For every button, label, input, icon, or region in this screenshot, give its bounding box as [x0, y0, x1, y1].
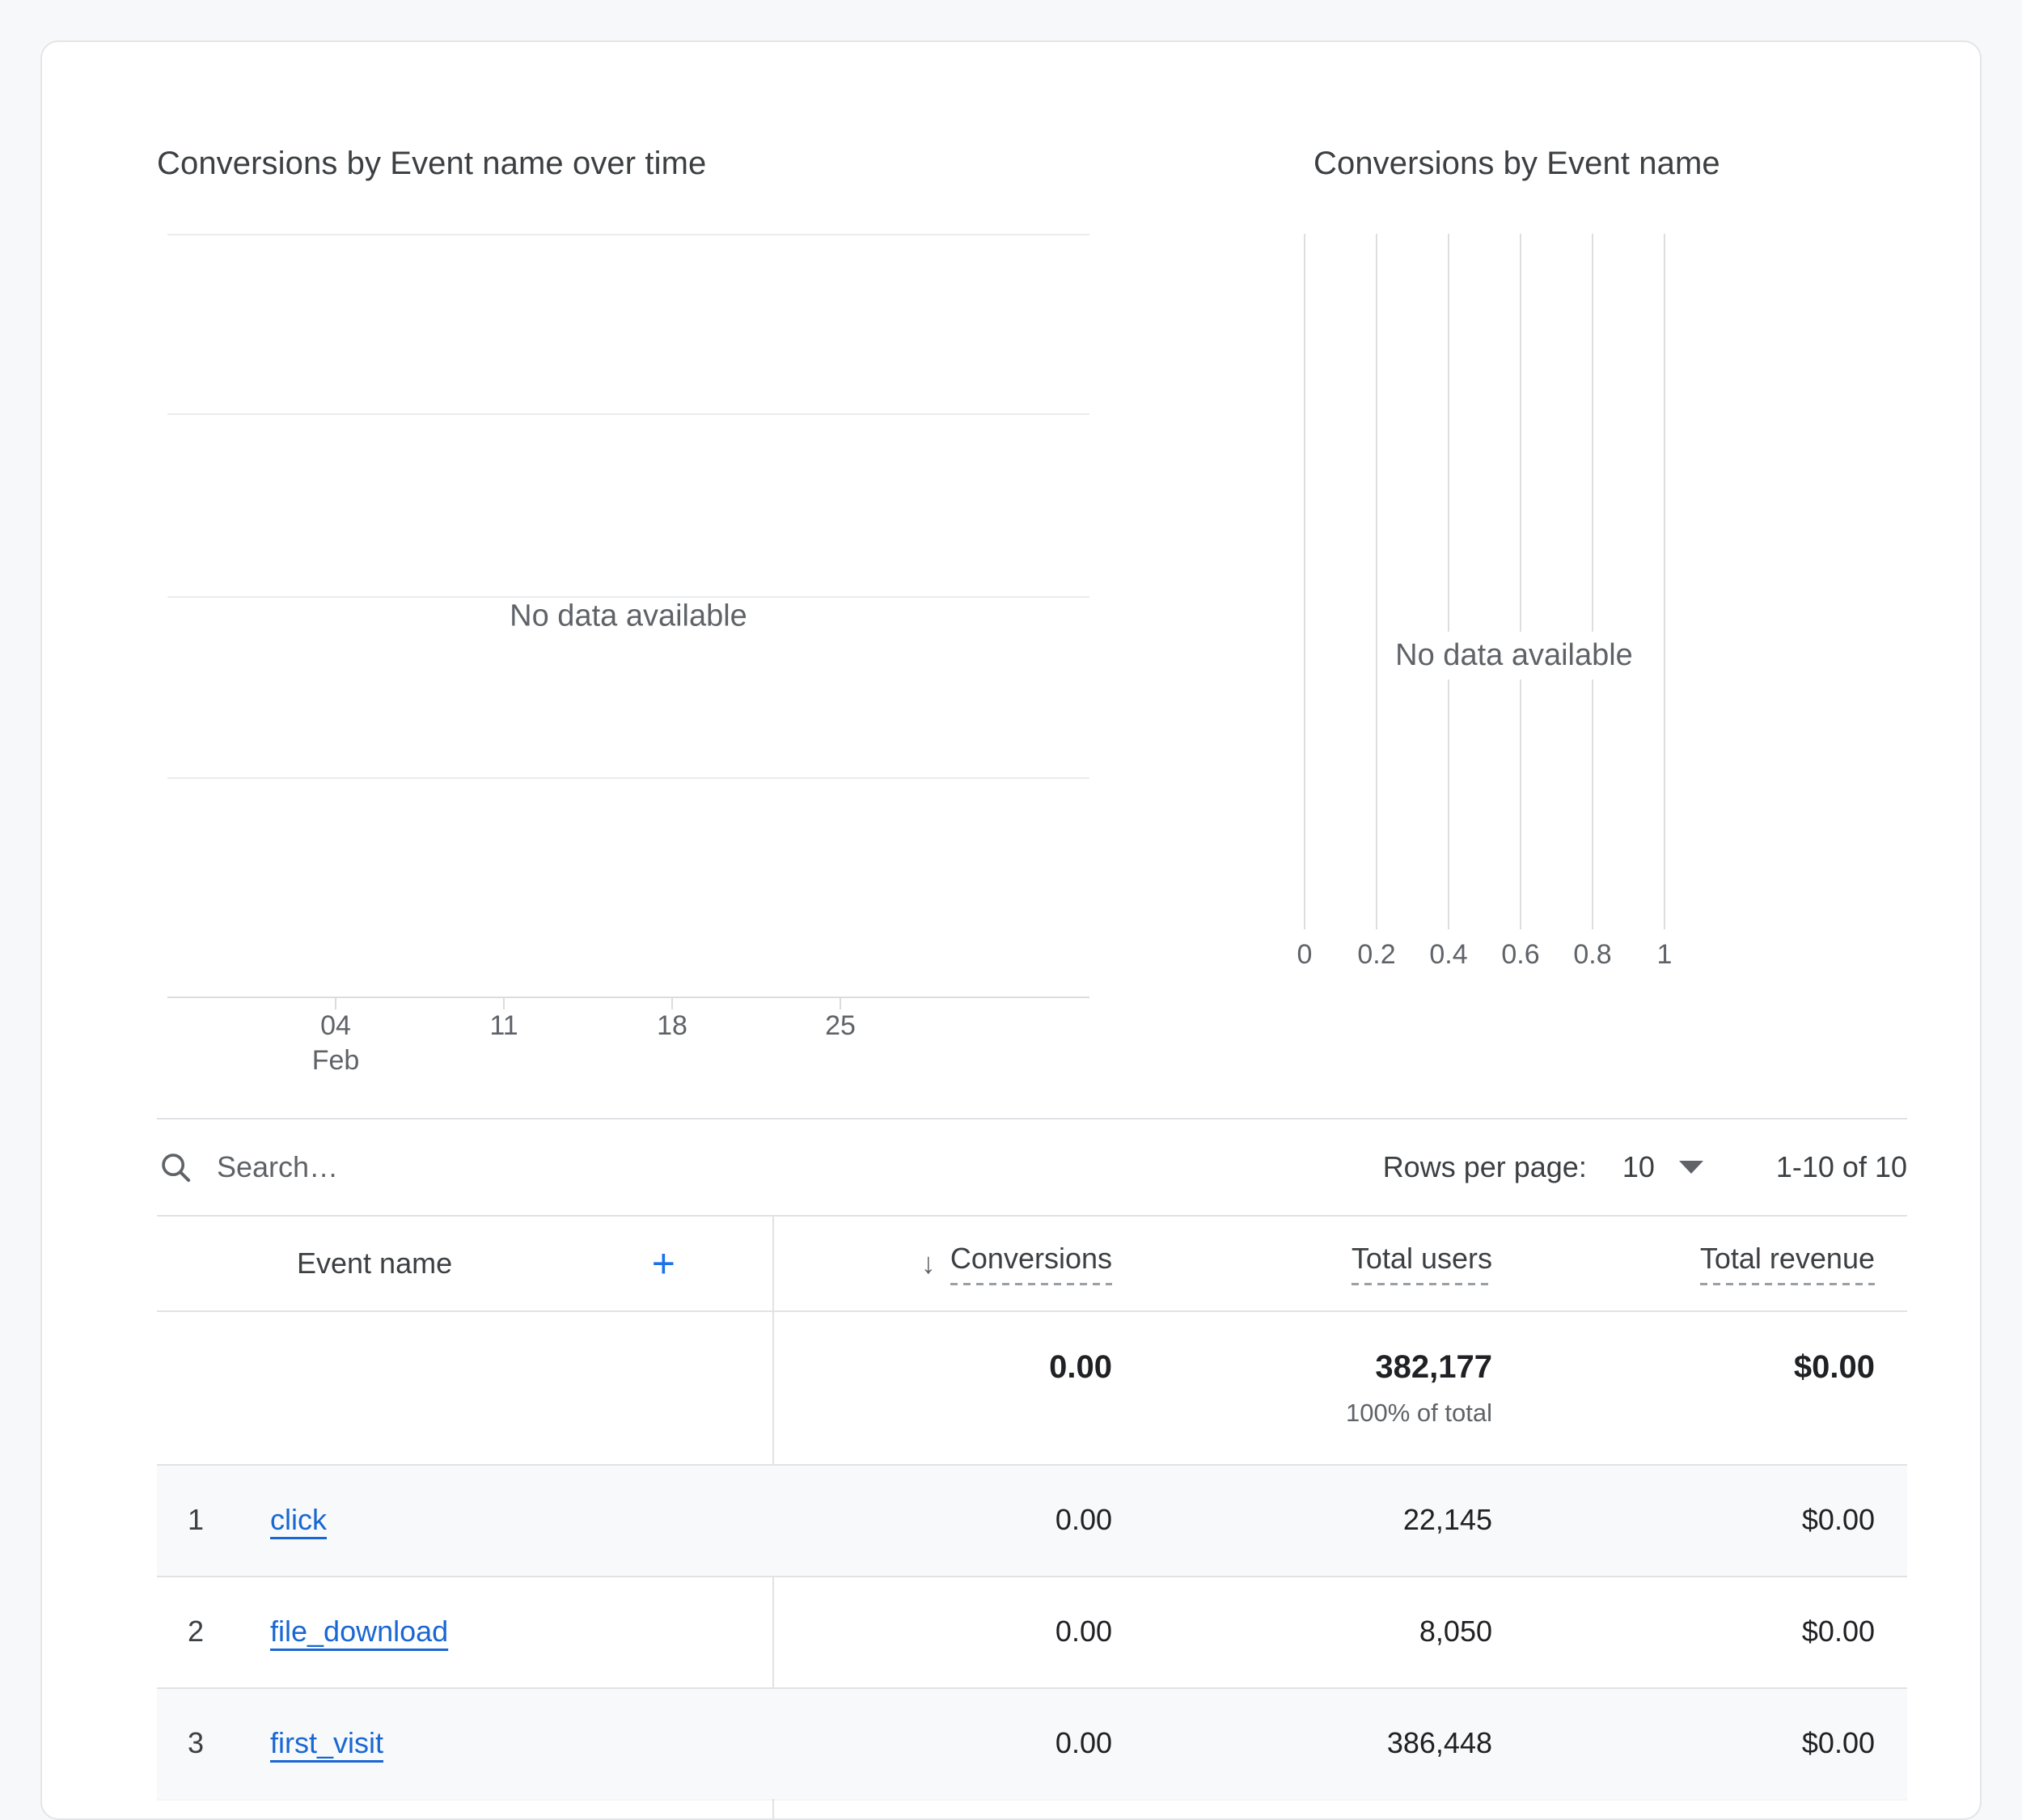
- header-event-name-label: Event name: [297, 1246, 452, 1280]
- table-totals-row: 0.00 382,177 100% of total $0.00: [157, 1310, 1907, 1464]
- search-container[interactable]: [157, 1149, 670, 1186]
- report-card: Conversions by Event name over time 04 F…: [40, 40, 1982, 1820]
- x-axis-label-month: Feb: [312, 1045, 360, 1076]
- row-divider: [157, 1464, 1907, 1466]
- row-event-name-cell: file_download: [204, 1615, 772, 1649]
- row-total-users: 386,448: [1144, 1726, 1525, 1760]
- x-axis-label: 0.6: [1501, 939, 1539, 971]
- chart-right-title: Conversions by Event name: [1313, 146, 1720, 182]
- x-axis-label: 11: [489, 1009, 518, 1043]
- row-divider: [157, 1310, 1907, 1312]
- x-axis-tick: [840, 998, 841, 1009]
- table-row[interactable]: 3 first_visit 0.00 386,448 $0.00: [157, 1687, 1907, 1799]
- event-name-link[interactable]: first_visit: [270, 1726, 383, 1760]
- gridline-horizontal: [167, 234, 1089, 235]
- gridline-horizontal: [167, 596, 1089, 598]
- gridline-vertical: [1664, 234, 1665, 929]
- row-index: 1: [157, 1503, 204, 1537]
- table-row[interactable]: 1 click 0.00 22,145 $0.00: [157, 1464, 1907, 1576]
- sort-descending-icon: ↓: [921, 1246, 936, 1280]
- row-index: 2: [157, 1615, 204, 1649]
- row-total-revenue: $0.00: [1525, 1503, 1907, 1537]
- totals-total-revenue: $0.00: [1525, 1310, 1907, 1386]
- totals-total-users-value: 382,177: [1375, 1349, 1492, 1386]
- chart-right-empty-message: No data available: [1395, 638, 1633, 673]
- row-conversions: 0.00: [772, 1615, 1144, 1649]
- totals-conversions: 0.00: [772, 1310, 1144, 1386]
- row-total-users: 8,050: [1144, 1615, 1525, 1649]
- chart-left-title: Conversions by Event name over time: [157, 146, 706, 182]
- x-axis-label: 1: [1657, 939, 1673, 971]
- chart-conversions-over-time: Conversions by Event name over time 04 F…: [42, 42, 1102, 1077]
- row-total-revenue: $0.00: [1525, 1726, 1907, 1760]
- x-axis-label: 0.2: [1357, 939, 1395, 971]
- x-axis-line: [167, 997, 1089, 998]
- chart-right-plot-area: 0 0.2 0.4 0.6 0.8 1 No data available: [1304, 234, 1724, 929]
- header-event-name[interactable]: Event name +: [204, 1246, 772, 1280]
- totals-total-users-note: 100% of total: [1346, 1399, 1492, 1428]
- header-total-users[interactable]: Total users: [1144, 1242, 1525, 1285]
- x-axis-tick: [671, 998, 673, 1009]
- header-total-users-label: Total users: [1352, 1242, 1492, 1285]
- chart-left-plot-area: 04 Feb 11 18 25 No data available: [167, 234, 1089, 998]
- rows-per-page-value: 10: [1622, 1150, 1655, 1184]
- event-name-link[interactable]: click: [270, 1503, 327, 1537]
- gridline-vertical: [1520, 234, 1521, 929]
- rows-per-page-select[interactable]: 10: [1622, 1150, 1703, 1184]
- row-conversions: 0.00: [772, 1726, 1144, 1760]
- row-divider: [157, 1576, 1907, 1577]
- row-index: 3: [157, 1726, 204, 1760]
- header-conversions-label: Conversions: [950, 1242, 1112, 1285]
- gridline-horizontal: [167, 777, 1089, 779]
- row-divider: [157, 1799, 1907, 1801]
- row-event-name-cell: click: [204, 1503, 772, 1537]
- x-axis-label: 18: [657, 1009, 687, 1043]
- pagination-range: 1-10 of 10: [1776, 1150, 1907, 1184]
- pagination-controls: Rows per page: 10 1-10 of 10: [1383, 1150, 1907, 1184]
- rows-per-page-label: Rows per page:: [1383, 1150, 1587, 1184]
- header-total-revenue[interactable]: Total revenue: [1525, 1242, 1907, 1285]
- row-divider: [157, 1687, 1907, 1689]
- row-total-users: 22,145: [1144, 1503, 1525, 1537]
- x-axis-tick: [503, 998, 505, 1009]
- chart-conversions-by-event: Conversions by Event name 0 0.2 0.4 0.6 …: [1102, 42, 1982, 1077]
- x-axis-label: 04 Feb: [312, 1009, 360, 1078]
- x-axis-label: 25: [825, 1009, 856, 1043]
- search-input[interactable]: [217, 1150, 670, 1184]
- row-conversions: 0.00: [772, 1503, 1144, 1537]
- chart-left-empty-message: No data available: [489, 599, 768, 633]
- x-axis-tick: [335, 998, 336, 1009]
- table-toolbar: Rows per page: 10 1-10 of 10: [157, 1120, 1907, 1215]
- events-table: Event name + ↓ Conversions Total users T…: [157, 1215, 1907, 1820]
- search-icon: [157, 1149, 194, 1186]
- gridline-vertical: [1376, 234, 1377, 929]
- charts-region: Conversions by Event name over time 04 F…: [42, 42, 1980, 1077]
- gridline-vertical: [1592, 234, 1593, 929]
- table-header-row: Event name + ↓ Conversions Total users T…: [157, 1215, 1907, 1310]
- totals-conversions-value: 0.00: [1049, 1349, 1112, 1386]
- gridline-vertical: [1448, 234, 1449, 929]
- row-event-name-cell: first_visit: [204, 1726, 772, 1760]
- x-axis-label: 0.8: [1573, 939, 1611, 971]
- x-axis-label: 0: [1297, 939, 1313, 971]
- x-axis-label: 0.4: [1429, 939, 1467, 971]
- gridline-vertical: [1304, 234, 1305, 929]
- table-row[interactable]: 2 file_download 0.00 8,050 $0.00: [157, 1576, 1907, 1687]
- row-total-revenue: $0.00: [1525, 1615, 1907, 1649]
- totals-total-revenue-value: $0.00: [1794, 1349, 1875, 1386]
- event-name-link[interactable]: file_download: [270, 1615, 448, 1649]
- x-axis-label-day: 04: [320, 1010, 351, 1041]
- header-total-revenue-label: Total revenue: [1700, 1242, 1875, 1285]
- add-dimension-button[interactable]: +: [652, 1243, 675, 1284]
- header-conversions[interactable]: ↓ Conversions: [772, 1242, 1144, 1285]
- totals-total-users: 382,177 100% of total: [1144, 1310, 1525, 1428]
- gridline-horizontal: [167, 413, 1089, 415]
- chevron-down-icon: [1679, 1161, 1703, 1174]
- table-row[interactable]: 4 form_start 0.00 8,780 $0.00: [157, 1799, 1907, 1820]
